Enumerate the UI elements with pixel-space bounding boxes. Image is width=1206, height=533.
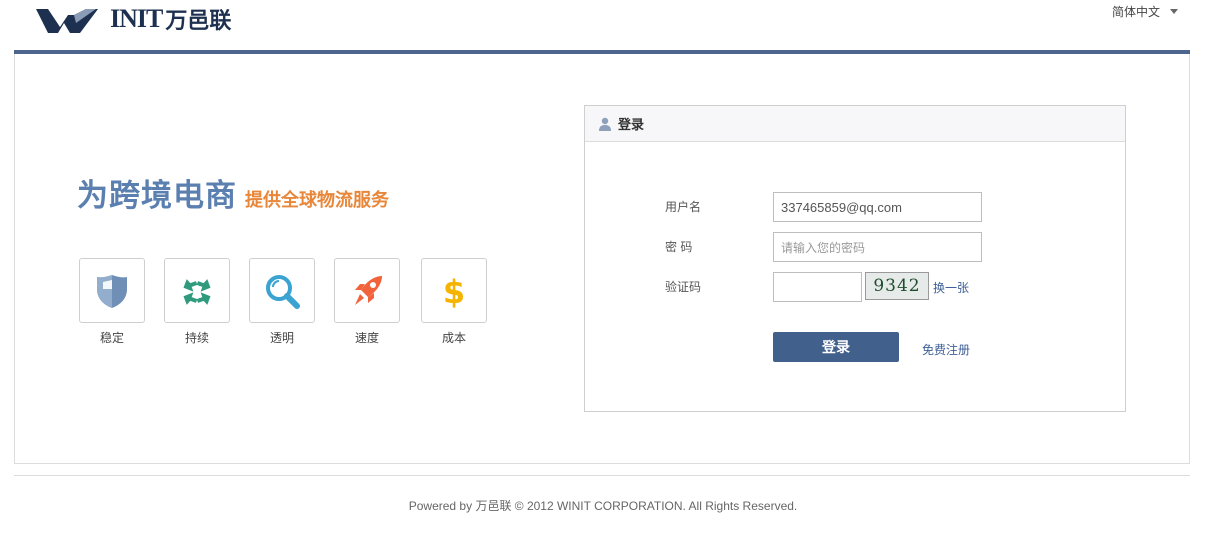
feature-list: 稳定 持续 透明 速度 $ 成本 bbox=[79, 258, 506, 346]
feature-item: 持续 bbox=[164, 258, 230, 346]
login-button[interactable]: 登录 bbox=[773, 332, 899, 362]
login-panel-title: 登录 bbox=[618, 117, 645, 132]
username-input[interactable] bbox=[773, 192, 982, 222]
winit-logo-icon bbox=[36, 9, 98, 33]
submit-row: 登录 免费注册 bbox=[585, 332, 1125, 362]
captcha-row: 验证码 9342 换一张 bbox=[585, 272, 1125, 302]
slogan-sub: 提供全球物流服务 bbox=[245, 190, 389, 211]
logo-text: INIT bbox=[110, 4, 163, 33]
captcha-refresh-link[interactable]: 换一张 bbox=[933, 279, 969, 296]
feature-icon-box bbox=[79, 258, 145, 323]
feature-label: 速度 bbox=[354, 331, 379, 345]
language-label: 简体中文 bbox=[1111, 5, 1160, 19]
slogan: 为跨境电商 提供全球物流服务 bbox=[77, 170, 389, 215]
arrows-icon bbox=[183, 278, 211, 305]
dollar-icon: $ bbox=[443, 273, 465, 309]
feature-label: 透明 bbox=[269, 331, 294, 345]
feature-icon-box bbox=[249, 258, 315, 323]
register-link[interactable]: 免费注册 bbox=[922, 341, 970, 358]
feature-item: 速度 bbox=[334, 258, 400, 346]
username-label: 用户名 bbox=[665, 200, 702, 214]
login-panel-header: 登录 bbox=[585, 106, 1125, 142]
password-label: 密 码 bbox=[665, 240, 693, 254]
feature-item: $ 成本 bbox=[421, 258, 487, 346]
password-row: 密 码 bbox=[585, 232, 1125, 262]
user-icon bbox=[599, 117, 611, 131]
captcha-image[interactable]: 9342 bbox=[865, 272, 929, 300]
main-content: 为跨境电商 提供全球物流服务 稳定 持续 透明 速度 $ 成本 登录 用户名 3… bbox=[14, 54, 1190, 464]
captcha-input[interactable] bbox=[773, 272, 862, 302]
slogan-main: 为跨境电商 bbox=[77, 178, 237, 214]
footer: Powered by 万邑联 © 2012 WINIT CORPORATION.… bbox=[408, 499, 798, 513]
logo-chinese-name: 万邑联 bbox=[165, 9, 232, 34]
feature-item: 透明 bbox=[249, 258, 315, 346]
header: INIT 万邑联 简体中文 bbox=[0, 0, 1206, 50]
feature-label: 持续 bbox=[184, 331, 209, 345]
feature-label: 稳定 bbox=[99, 331, 124, 345]
feature-icon-box bbox=[164, 258, 230, 323]
feature-label: 成本 bbox=[441, 331, 466, 345]
footer-divider bbox=[14, 475, 1190, 476]
logo[interactable]: INIT 万邑联 bbox=[34, 2, 231, 36]
password-input[interactable] bbox=[773, 232, 982, 262]
rocket-icon bbox=[355, 275, 382, 305]
feature-icon-box bbox=[334, 258, 400, 323]
feature-icon-box: $ bbox=[421, 258, 487, 323]
login-panel: 登录 用户名 密 码 验证码 9342 换一张 登录 免费注册 bbox=[584, 105, 1126, 412]
shield-icon bbox=[97, 274, 127, 308]
chevron-down-icon bbox=[1170, 9, 1178, 14]
feature-item: 稳定 bbox=[79, 258, 145, 346]
language-selector[interactable]: 简体中文 bbox=[1112, 3, 1178, 20]
captcha-label: 验证码 bbox=[665, 280, 702, 294]
svg-text:$: $ bbox=[443, 273, 465, 309]
username-row: 用户名 bbox=[585, 192, 1125, 222]
magnifier-icon bbox=[266, 274, 300, 309]
